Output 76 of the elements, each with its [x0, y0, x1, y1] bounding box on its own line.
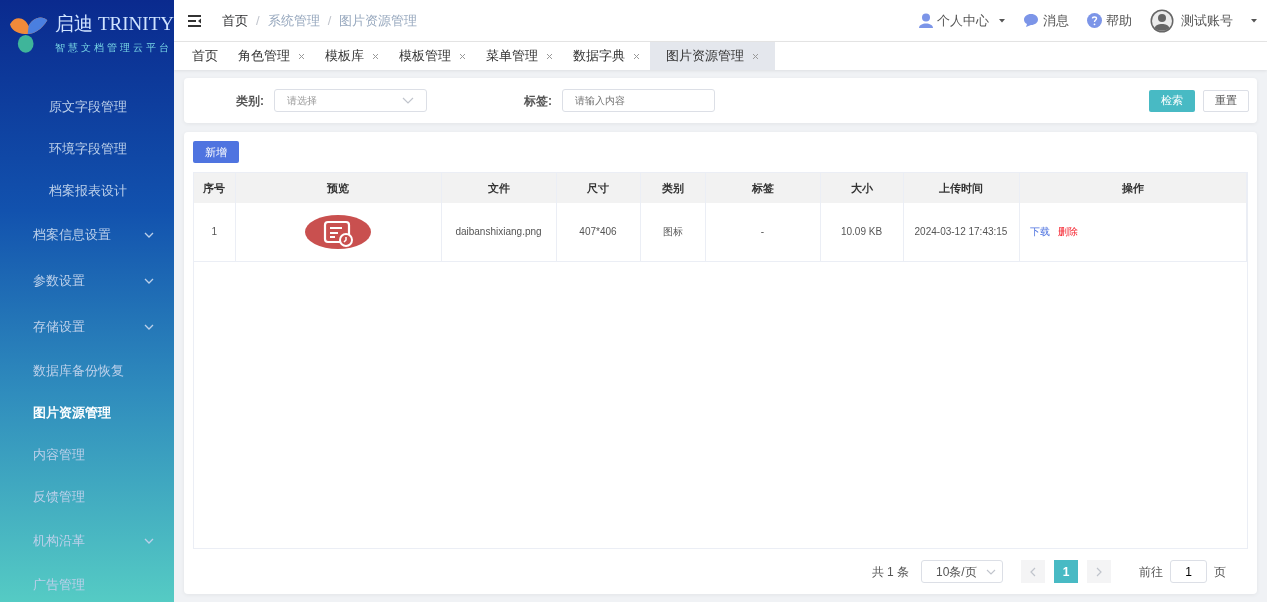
- column-header: 操作: [1019, 173, 1247, 203]
- total-count: 共 1 条: [871, 563, 909, 581]
- breadcrumb-separator: /: [256, 11, 260, 30]
- column-header: 序号: [194, 173, 235, 203]
- sidebar-item[interactable]: 原文字段管理: [0, 86, 174, 128]
- chevron-down-icon: [144, 232, 154, 238]
- table-cell: 图标: [640, 203, 705, 261]
- chat-bubble-icon[interactable]: [1023, 13, 1039, 28]
- close-icon[interactable]: [546, 52, 553, 60]
- sidebar-item[interactable]: 档案报表设计: [0, 170, 174, 212]
- column-header: 预览: [235, 173, 441, 203]
- filter-label: 类别:: [235, 92, 265, 110]
- caret-down-icon[interactable]: [1251, 18, 1257, 23]
- chevron-down-icon: [144, 278, 154, 284]
- page-input-field[interactable]: 1: [1170, 560, 1207, 583]
- user-menu-link[interactable]: 测试账号: [1181, 10, 1233, 31]
- breadcrumb-separator: /: [327, 11, 332, 30]
- column-header: 标签: [705, 173, 820, 203]
- close-icon[interactable]: [298, 52, 305, 60]
- user-menu-link[interactable]: 帮助: [1106, 10, 1132, 31]
- breadcrumb-item: 图片资源管理: [339, 11, 418, 30]
- close-icon[interactable]: [633, 52, 640, 60]
- close-icon[interactable]: [752, 52, 759, 60]
- tab[interactable]: 模板库: [315, 42, 389, 70]
- chevron-left-icon: [1030, 566, 1036, 577]
- table-cell: 1: [194, 203, 235, 261]
- avatar-icon[interactable]: [1150, 8, 1174, 33]
- sidebar-item[interactable]: 档案信息设置: [0, 212, 174, 258]
- sidebar-item[interactable]: 图片资源管理: [0, 392, 174, 434]
- table-cell: 2024-03-12 17:43:15: [903, 203, 1019, 261]
- goto-label: 前往: [1139, 563, 1163, 581]
- person-icon[interactable]: [919, 13, 933, 28]
- sidebar-item[interactable]: 存储设置: [0, 304, 174, 350]
- user-menu-link[interactable]: 个人中心: [937, 10, 989, 31]
- logo-text: 启迪 TRINITY: [55, 12, 174, 36]
- download-link[interactable]: 下载: [1029, 226, 1050, 238]
- tag-input-field[interactable]: 请输入内容: [562, 89, 715, 112]
- filter-label: 标签:: [523, 92, 553, 110]
- breadcrumb-item[interactable]: 首页: [222, 10, 248, 31]
- column-header: 尺寸: [556, 173, 640, 203]
- column-header: 文件: [441, 173, 556, 203]
- chevron-right-icon: [1096, 566, 1102, 577]
- page-size-select[interactable]: 10条/页: [921, 560, 1003, 583]
- close-icon[interactable]: [459, 52, 466, 60]
- tab[interactable]: 首页: [182, 42, 228, 70]
- chevron-down-icon: [986, 568, 996, 575]
- table-cell: -: [705, 203, 820, 261]
- tab[interactable]: 菜单管理: [476, 42, 563, 70]
- category-select[interactable]: 请选择: [274, 89, 427, 112]
- chevron-down-icon: [144, 538, 154, 544]
- document-icon: [305, 214, 371, 249]
- chevron-down-icon: [144, 324, 154, 330]
- tab[interactable]: 图片资源管理: [650, 42, 775, 70]
- sidebar-item[interactable]: 参数设置: [0, 258, 174, 304]
- add-button[interactable]: 新增: [193, 141, 239, 163]
- table-cell: 10.09 KB: [820, 203, 903, 261]
- column-header: 上传时间: [903, 173, 1019, 203]
- tab[interactable]: 模板管理: [389, 42, 476, 70]
- reset-button[interactable]: 重置: [1203, 89, 1249, 112]
- logo-subtitle: 智慧文档管理云平台: [55, 41, 174, 55]
- page-unit-label: 页: [1214, 563, 1226, 581]
- table-cell: 407*406: [556, 203, 640, 261]
- table-cell: daibanshixiang.png: [441, 203, 556, 261]
- help-icon[interactable]: [1087, 13, 1102, 28]
- chevron-down-icon: [402, 97, 414, 104]
- menu-icon[interactable]: [188, 14, 202, 27]
- caret-down-icon[interactable]: [999, 18, 1005, 23]
- breadcrumb-item: 系统管理: [267, 11, 320, 30]
- delete-link[interactable]: 删除: [1057, 226, 1078, 238]
- user-menu-link[interactable]: 消息: [1043, 10, 1069, 31]
- tab[interactable]: 角色管理: [228, 42, 315, 70]
- column-header: 大小: [820, 173, 903, 203]
- column-header: 类别: [640, 173, 705, 203]
- sidebar-item[interactable]: 环境字段管理: [0, 128, 174, 170]
- close-icon[interactable]: [372, 52, 379, 60]
- tab[interactable]: 数据字典: [563, 42, 650, 70]
